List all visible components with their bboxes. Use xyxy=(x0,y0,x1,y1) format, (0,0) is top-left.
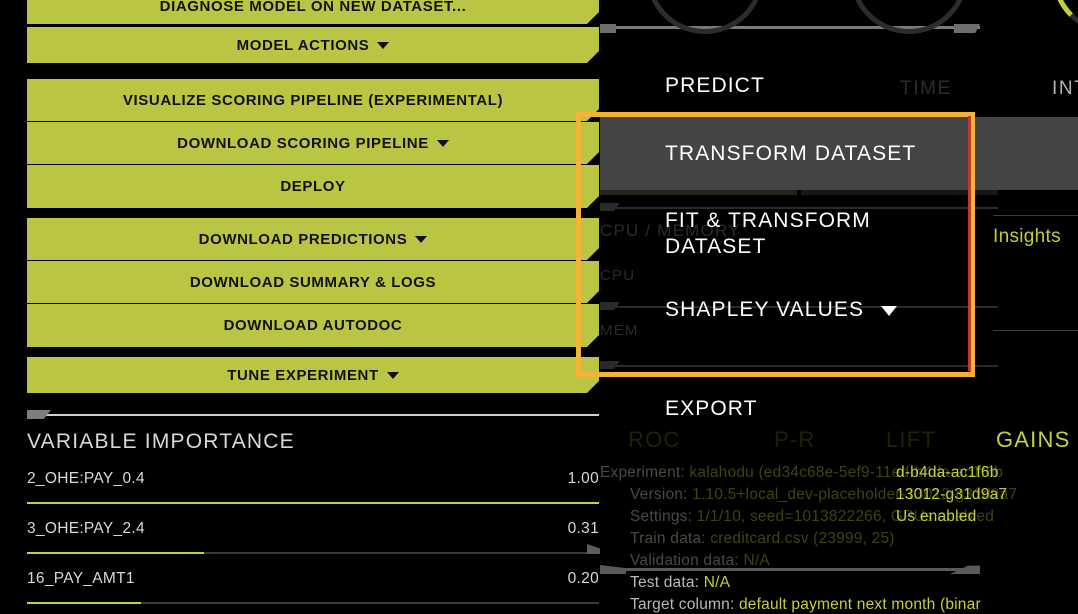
chevron-down-icon xyxy=(386,371,399,379)
chevron-down-icon xyxy=(415,235,428,243)
variable-name: 16_PAY_AMT1 xyxy=(27,570,135,587)
chevron-down-icon xyxy=(377,41,390,49)
meta-key: Target column: xyxy=(630,596,735,613)
tab-lift[interactable]: LIFT xyxy=(886,427,936,453)
model-actions-button[interactable]: MODEL ACTIONS xyxy=(27,27,599,63)
menu-item-label: TRANSFORM DATASET xyxy=(665,141,917,165)
action-group-3: DOWNLOAD PREDICTIONS DOWNLOAD SUMMARY & … xyxy=(27,218,599,348)
meta-value: default payment next month (binar xyxy=(738,596,981,613)
menu-item-transform-dataset[interactable]: TRANSFORM DATASET xyxy=(600,116,1078,191)
meta-value: N/A xyxy=(703,574,731,591)
variable-name: 3_OHE:PAY_2.4 xyxy=(27,520,145,537)
variable-name: 2_OHE:PAY_0.4 xyxy=(27,470,145,487)
chevron-down-icon xyxy=(881,305,897,316)
button-label: MODEL ACTIONS xyxy=(236,36,370,54)
model-actions-dropdown-menu: PREDICT TRANSFORM DATASET FIT & TRANSFOR… xyxy=(600,55,1078,436)
menu-item-fit-and-transform-dataset[interactable]: FIT & TRANSFORM DATASET xyxy=(600,190,900,277)
button-label: DIAGNOSE MODEL ON NEW DATASET... xyxy=(159,0,467,15)
button-label: DOWNLOAD PREDICTIONS xyxy=(198,230,408,248)
variable-bar-fill xyxy=(27,602,142,604)
meta-key: Settings: xyxy=(630,508,693,525)
menu-item-label: PREDICT xyxy=(665,74,765,97)
experiment-summary-panel: TIME INTE MODEL TYPE CLASSIFICATION REGR… xyxy=(600,0,1078,614)
panel-divider xyxy=(600,568,980,571)
gauge-interpretability xyxy=(1052,0,1078,34)
variable-value: 0.31 xyxy=(567,520,599,537)
meta-key: Version: xyxy=(630,486,688,503)
meta-key: Validation data: xyxy=(630,552,739,569)
meta-overflow-line: d-b4da-ac1f6b xyxy=(896,464,999,481)
deploy-button[interactable]: DEPLOY xyxy=(27,165,599,208)
meta-line-train-data: Train data: creditcard.csv (23999, 25) xyxy=(600,528,1078,550)
diagnose-model-button[interactable]: DIAGNOSE MODEL ON NEW DATASET... xyxy=(27,0,599,24)
menu-item-label: SHAPLEY VALUES xyxy=(665,298,865,322)
download-predictions-button[interactable]: DOWNLOAD PREDICTIONS xyxy=(27,218,599,261)
meta-line-test-data: Test data: N/A xyxy=(600,572,1078,594)
meta-key: Test data: xyxy=(630,574,700,591)
visualize-scoring-pipeline-button[interactable]: VISUALIZE SCORING PIPELINE (EXPERIMENTAL… xyxy=(27,79,599,122)
variable-importance-row: 2_OHE:PAY_0.4 1.00 xyxy=(27,470,599,504)
meta-key: Experiment: xyxy=(600,464,685,481)
button-label: DOWNLOAD AUTODOC xyxy=(223,317,403,334)
meta-value: N/A xyxy=(743,552,770,569)
download-summary-logs-button[interactable]: DOWNLOAD SUMMARY & LOGS xyxy=(27,261,599,304)
menu-item-shapley-values[interactable]: SHAPLEY VALUES xyxy=(600,277,1078,343)
action-group-4: TUNE EXPERIMENT xyxy=(27,357,599,393)
download-scoring-pipeline-button[interactable]: DOWNLOAD SCORING PIPELINE xyxy=(27,122,599,165)
variable-bar-fill xyxy=(27,502,599,504)
action-group-2: VISUALIZE SCORING PIPELINE (EXPERIMENTAL… xyxy=(27,79,599,209)
button-label: TUNE EXPERIMENT xyxy=(227,366,379,384)
button-label: VISUALIZE SCORING PIPELINE (EXPERIMENTAL… xyxy=(122,91,504,109)
tab-pr[interactable]: P-R xyxy=(774,427,816,453)
menu-item-label: FIT & TRANSFORM DATASET xyxy=(665,209,871,258)
action-group-0: DIAGNOSE MODEL ON NEW DATASET... xyxy=(27,0,599,24)
chevron-down-icon xyxy=(436,139,449,147)
button-label: DEPLOY xyxy=(280,178,346,195)
variable-value: 0.20 xyxy=(567,570,599,587)
model-actions-panel: DIAGNOSE MODEL ON NEW DATASET... MODEL A… xyxy=(0,0,600,614)
download-autodoc-button[interactable]: DOWNLOAD AUTODOC xyxy=(27,304,599,347)
meta-overflow-line: 13012-g31d9a7 xyxy=(896,486,1008,503)
button-label: DOWNLOAD SCORING PIPELINE xyxy=(177,134,429,152)
action-group-1: MODEL ACTIONS xyxy=(27,27,599,63)
button-label: DOWNLOAD SUMMARY & LOGS xyxy=(189,273,437,291)
tune-experiment-button[interactable]: TUNE EXPERIMENT xyxy=(27,357,599,393)
section-divider xyxy=(27,414,599,416)
experiment-metadata-overflow: d-b4da-ac1f6b 13012-g31d9a7 Us enabled xyxy=(896,462,1007,528)
variable-importance-section: VARIABLE IMPORTANCE 2_OHE:PAY_0.4 1.00 3… xyxy=(27,414,600,614)
tab-gains[interactable]: GAINS xyxy=(996,427,1070,453)
meta-line-target-column: Target column: default payment next mont… xyxy=(600,594,1078,614)
variable-value: 1.00 xyxy=(567,470,599,487)
variable-importance-title: VARIABLE IMPORTANCE xyxy=(27,430,295,453)
variable-importance-row: 16_PAY_AMT1 0.20 xyxy=(27,570,599,604)
meta-overflow-line: Us enabled xyxy=(896,508,977,525)
menu-item-predict[interactable]: PREDICT xyxy=(600,55,1078,117)
meta-key: Train data: xyxy=(630,530,706,547)
variable-importance-row: 3_OHE:PAY_2.4 0.31 xyxy=(27,520,599,554)
menu-item-export[interactable]: EXPORT xyxy=(600,343,1078,436)
meta-value: creditcard.csv (23999, 25) xyxy=(710,530,895,547)
menu-item-label: EXPORT xyxy=(665,397,758,421)
tab-roc[interactable]: ROC xyxy=(628,427,681,453)
variable-bar-fill xyxy=(27,552,205,554)
